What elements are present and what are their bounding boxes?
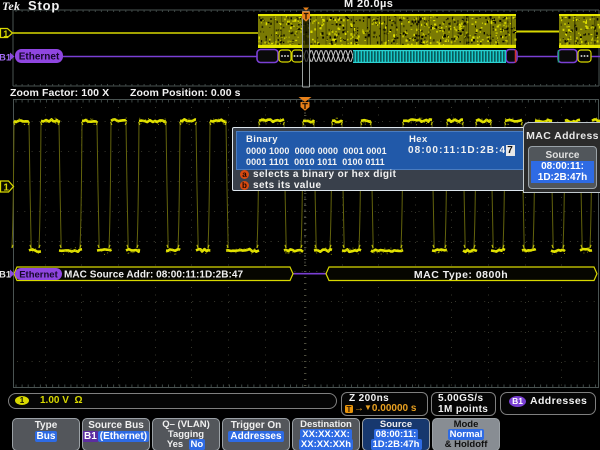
svg-text:Ethernet: Ethernet bbox=[19, 269, 58, 280]
svg-text:MAC Source Addr: 08:00:11:1D:2: MAC Source Addr: 08:00:11:1D:2B:47 bbox=[64, 270, 244, 281]
svg-text:MAC Type: 0800h: MAC Type: 0800h bbox=[414, 269, 508, 281]
svg-text:Ethernet: Ethernet bbox=[19, 52, 60, 63]
svg-text:1: 1 bbox=[3, 183, 9, 194]
svg-text:1: 1 bbox=[3, 29, 8, 39]
